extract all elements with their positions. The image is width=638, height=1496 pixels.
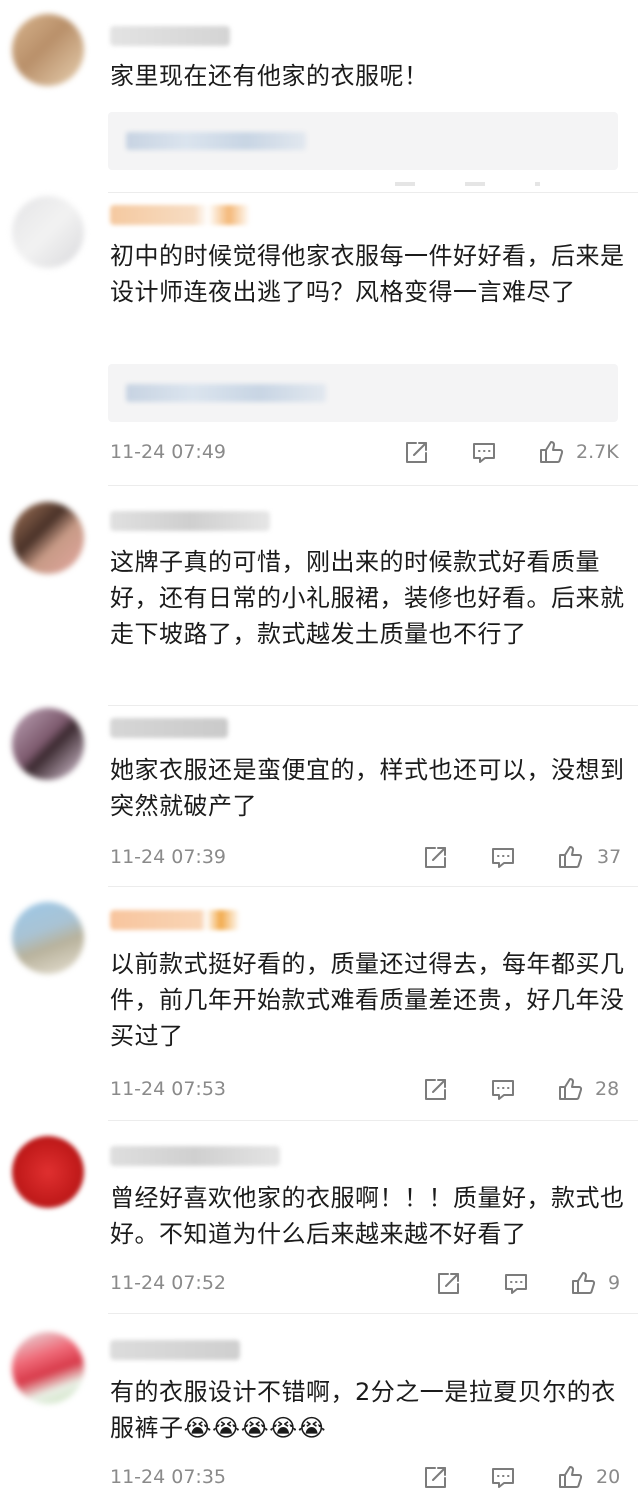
- avatar[interactable]: [12, 1136, 84, 1208]
- thumbs-up-icon[interactable]: [556, 1075, 584, 1103]
- username[interactable]: [110, 205, 250, 225]
- divider: [108, 1313, 638, 1314]
- username[interactable]: [110, 1146, 280, 1166]
- share-icon[interactable]: [402, 439, 430, 467]
- timestamp: 11-24 07:52: [110, 1272, 227, 1294]
- username[interactable]: [110, 26, 230, 46]
- username[interactable]: [110, 718, 228, 738]
- username[interactable]: [110, 511, 270, 531]
- like-count: 9: [608, 1272, 621, 1294]
- thumbs-up-icon[interactable]: [537, 438, 565, 466]
- comment-text: 以前款式挺好看的，质量还过得去，每年都买几件，前几年开始款式难看质量差还贵，好几…: [110, 950, 625, 1050]
- like-count: 20: [596, 1466, 621, 1488]
- comment-text: 这牌子真的可惜，刚出来的时候款式好看质量好，还有日常的小礼服裙，装修也好看。后来…: [110, 548, 625, 648]
- timestamp: 11-24 07:39: [110, 846, 227, 868]
- comment-text: 有的衣服设计不错啊，2分之一是拉夏贝尔的衣服裤子😭😭😭😭😭: [110, 1378, 616, 1442]
- like-count: 2.7K: [576, 441, 619, 463]
- avatar[interactable]: [12, 902, 84, 974]
- divider: [108, 192, 638, 193]
- comment-text: 她家衣服还是蛮便宜的，样式也还可以，没想到突然就破产了: [110, 756, 625, 820]
- share-icon[interactable]: [421, 844, 449, 872]
- timestamp: 11-24 07:49: [110, 441, 227, 463]
- comment-text: 初中的时候觉得他家衣服每一件好好看，后来是设计师连夜出逃了吗？风格变得一言难尽了: [110, 242, 625, 306]
- action-bar-partial: [395, 182, 555, 186]
- divider: [108, 485, 638, 486]
- timestamp: 11-24 07:53: [110, 1078, 227, 1100]
- avatar[interactable]: [12, 14, 84, 86]
- avatar[interactable]: [12, 196, 84, 268]
- timestamp: 11-24 07:35: [110, 1466, 227, 1488]
- like-count: 28: [595, 1078, 620, 1100]
- like-count: 37: [597, 846, 622, 868]
- divider: [108, 886, 638, 887]
- share-icon[interactable]: [421, 1464, 449, 1492]
- username[interactable]: [110, 1340, 240, 1360]
- username[interactable]: [110, 910, 240, 930]
- divider: [108, 705, 638, 706]
- thumbs-up-icon[interactable]: [569, 1269, 597, 1297]
- avatar[interactable]: [12, 1332, 84, 1404]
- quoted-reply[interactable]: [108, 112, 618, 170]
- avatar[interactable]: [12, 708, 84, 780]
- share-icon[interactable]: [421, 1076, 449, 1104]
- comment-text: 曾经好喜欢他家的衣服啊！！！质量好，款式也好。不知道为什么后来越来越不好看了: [110, 1184, 625, 1248]
- divider: [108, 1120, 638, 1121]
- comment-icon[interactable]: [489, 844, 517, 872]
- thumbs-up-icon[interactable]: [556, 843, 584, 871]
- comment-icon[interactable]: [502, 1270, 530, 1298]
- quoted-reply[interactable]: [108, 364, 618, 422]
- comment-icon[interactable]: [489, 1076, 517, 1104]
- avatar[interactable]: [12, 502, 84, 574]
- comment-icon[interactable]: [470, 439, 498, 467]
- comment-text: 家里现在还有他家的衣服呢！: [110, 62, 429, 90]
- share-icon[interactable]: [434, 1270, 462, 1298]
- comment-icon[interactable]: [489, 1464, 517, 1492]
- thumbs-up-icon[interactable]: [556, 1463, 584, 1491]
